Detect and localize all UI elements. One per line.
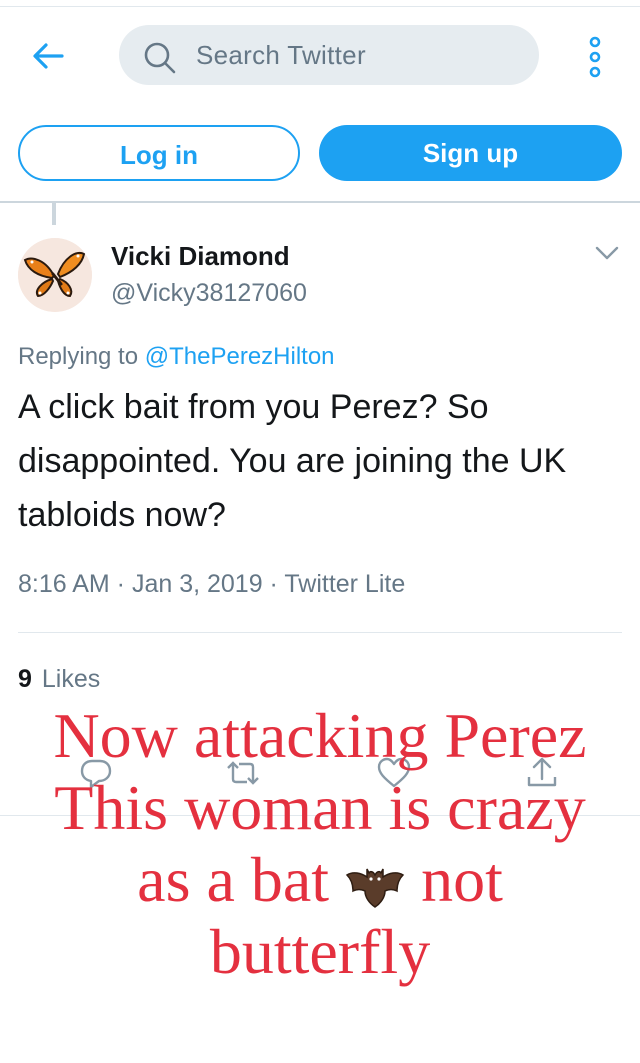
overlay-line-1: Now attacking Perez [53,700,587,771]
overlay-line-4: butterfly [209,916,431,987]
more-options-icon[interactable] [584,36,606,78]
search-input[interactable]: Search Twitter [196,40,366,71]
overlay-line-3b: not [421,844,503,915]
overlay-line-3: as a bat not [0,844,640,916]
tweet-meta: 8:16 AM · Jan 3, 2019 · Twitter Lite [18,570,406,598]
overlay-line-3a: as a bat [137,844,330,915]
header-divider [0,201,640,203]
overlay-line-2: This woman is crazy [54,772,586,843]
avatar[interactable] [18,238,92,312]
signup-button[interactable]: Sign up [319,125,622,181]
back-arrow-icon[interactable] [28,36,68,76]
overlay-caption: Now attacking Perez This woman is crazy … [0,700,640,988]
chevron-down-icon[interactable] [594,244,620,262]
search-bar[interactable]: Search Twitter [119,25,539,85]
thread-line [52,203,56,225]
replying-to: Replying to @ThePerezHilton [18,343,335,371]
likes-count: 9 [18,665,32,693]
bat-emoji [345,868,405,909]
search-icon [144,42,176,74]
tweet-text: A click bait from you Perez? So disappoi… [18,388,567,534]
top-divider [0,6,640,7]
author-handle[interactable]: @Vicky38127060 [111,279,307,308]
meta-divider [18,632,622,633]
login-button[interactable]: Log in [18,125,300,181]
butterfly-avatar [18,238,92,312]
replying-prefix: Replying to [18,343,145,370]
author-name[interactable]: Vicki Diamond [111,241,290,272]
mention-link[interactable]: @ThePerezHilton [145,343,335,370]
likes-label: Likes [41,665,101,693]
likes-stat[interactable]: 9 Likes [18,665,100,694]
